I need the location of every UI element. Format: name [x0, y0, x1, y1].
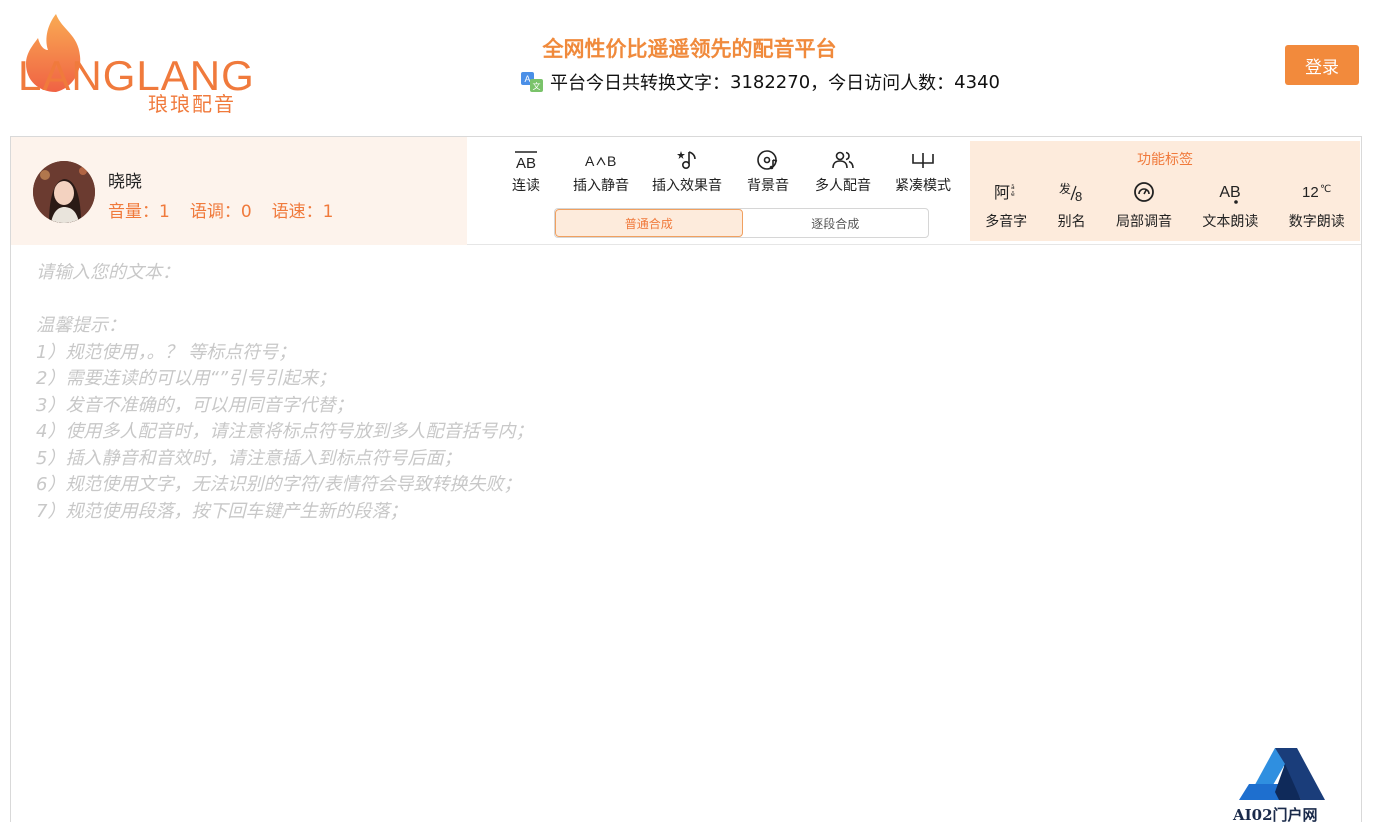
svg-text:发: 发 [1059, 181, 1071, 196]
tool-liaison-label: 连读 [512, 178, 540, 194]
voice-volume: 音量：1 [108, 202, 170, 222]
tool-group: AB 连读 A B 插入静音 插入效果音 背景音 多人配音 紧凑模式 [491, 145, 963, 205]
sound-effect-icon [677, 151, 696, 170]
func-number-read[interactable]: 12 ℃ 数字朗读 [1289, 177, 1345, 231]
svg-text:AB: AB [516, 155, 536, 171]
tool-compact-mode[interactable]: 紧凑模式 [883, 145, 963, 205]
svg-text:A: A [524, 74, 530, 84]
mode-normal-synthesis[interactable]: 普通合成 [555, 209, 743, 237]
voice-pitch: 语调：0 [189, 202, 252, 222]
func-polyphone[interactable]: 阿 ā ē 多音字 [985, 177, 1027, 231]
tool-sound-effect-label: 插入效果音 [652, 178, 722, 194]
svg-text:阿: 阿 [994, 183, 1010, 202]
function-tags-list: 阿 ā ē 多音字 发 8 别名 局部调音 AB 文本朗读 12 ℃ 数字朗读 [970, 177, 1360, 231]
silence-icon: A B [585, 153, 616, 169]
func-local-tune-label: 局部调音 [1115, 214, 1172, 230]
svg-text:ā: ā [1011, 184, 1015, 191]
translate-icon: A 文 [521, 72, 543, 92]
svg-text:℃: ℃ [1320, 184, 1331, 195]
tool-insert-silence[interactable]: A B 插入静音 [561, 145, 641, 205]
tool-insert-silence-label: 插入静音 [573, 178, 629, 194]
tool-sound-effect[interactable]: 插入效果音 [641, 145, 733, 205]
tool-multi-voice-label: 多人配音 [815, 178, 871, 194]
voice-params: 音量：1 语调：0 语速：1 [108, 197, 333, 222]
svg-text:ē: ē [1011, 191, 1015, 198]
number-read-icon: 12 ℃ [1302, 184, 1331, 201]
func-alias[interactable]: 发 8 别名 [1058, 177, 1086, 231]
watermark-logo-icon [1239, 748, 1325, 800]
background-music-icon [757, 150, 778, 170]
toolbar: 晓晓 音量：1 语调：0 语速：1 AB 连读 A B 插入静音 插入效果音 背… [11, 137, 1361, 245]
header: LANGLANG 琅琅配音 全网性价比遥遥领先的配音平台 A 文 平台今日共转换… [0, 0, 1379, 130]
text-input[interactable] [11, 246, 1361, 822]
local-tune-icon [1134, 182, 1154, 202]
func-polyphone-label: 多音字 [985, 214, 1028, 230]
stats-chars: 3182270 [730, 71, 811, 93]
watermark-text: AI02门户网 [1233, 806, 1318, 822]
multi-voice-icon [832, 151, 854, 169]
tool-background-music-label: 背景音 [747, 178, 789, 194]
voice-card[interactable]: 晓晓 音量：1 语调：0 语速：1 [11, 137, 467, 245]
text-read-icon: AB [1220, 184, 1241, 204]
avatar-portrait-icon [33, 161, 95, 223]
watermark: AI02门户网 [1225, 746, 1345, 822]
svg-text:A: A [585, 153, 595, 169]
editor-panel: 晓晓 音量：1 语调：0 语速：1 AB 连读 A B 插入静音 插入效果音 背… [10, 136, 1362, 822]
daily-stats: A 文 平台今日共转换文字： 3182270 ，今日访问人数： 4340 [520, 68, 1000, 96]
voice-avatar[interactable] [33, 161, 95, 223]
voice-name: 晓晓 [108, 172, 142, 192]
mode-segment-synthesis[interactable]: 逐段合成 [743, 209, 929, 237]
func-text-read[interactable]: AB 文本朗读 [1202, 177, 1258, 231]
tool-compact-mode-label: 紧凑模式 [895, 178, 951, 194]
compact-mode-icon [912, 153, 934, 168]
synthesis-mode-switch: 普通合成 逐段合成 [554, 208, 929, 238]
stats-separator: ，今日访问人数： [810, 73, 955, 94]
logo-subtitle: 琅琅配音 [148, 92, 236, 116]
func-number-read-label: 数字朗读 [1288, 214, 1345, 230]
svg-text:8: 8 [1075, 189, 1082, 204]
svg-text:12: 12 [1302, 184, 1319, 201]
function-tags: 功能标签 阿 ā ē 多音字 发 8 别名 局部调音 AB 文本朗读 12 ℃ … [970, 141, 1360, 241]
tool-multi-voice[interactable]: 多人配音 [803, 145, 883, 205]
login-button[interactable]: 登录 [1285, 45, 1359, 85]
func-alias-label: 别名 [1057, 214, 1086, 230]
svg-text:文: 文 [533, 81, 541, 91]
tool-background-music[interactable]: 背景音 [733, 145, 803, 205]
func-text-read-label: 文本朗读 [1202, 214, 1259, 230]
slogan: 全网性价比遥遥领先的配音平台 [542, 37, 837, 61]
stats-visitors: 4340 [954, 71, 1000, 93]
tool-liaison[interactable]: AB 连读 [491, 145, 561, 205]
svg-text:B: B [607, 153, 616, 169]
function-tags-title: 功能标签 [1137, 152, 1193, 168]
polyphone-icon: 阿 ā ē [994, 183, 1015, 202]
stats-label: 平台今日共转换文字： [550, 73, 730, 94]
liaison-icon: AB [515, 151, 537, 171]
alias-icon: 发 8 [1059, 181, 1082, 204]
voice-speed: 语速：1 [271, 202, 334, 222]
func-local-tune[interactable]: 局部调音 [1116, 177, 1172, 231]
svg-text:AB: AB [1220, 184, 1241, 201]
